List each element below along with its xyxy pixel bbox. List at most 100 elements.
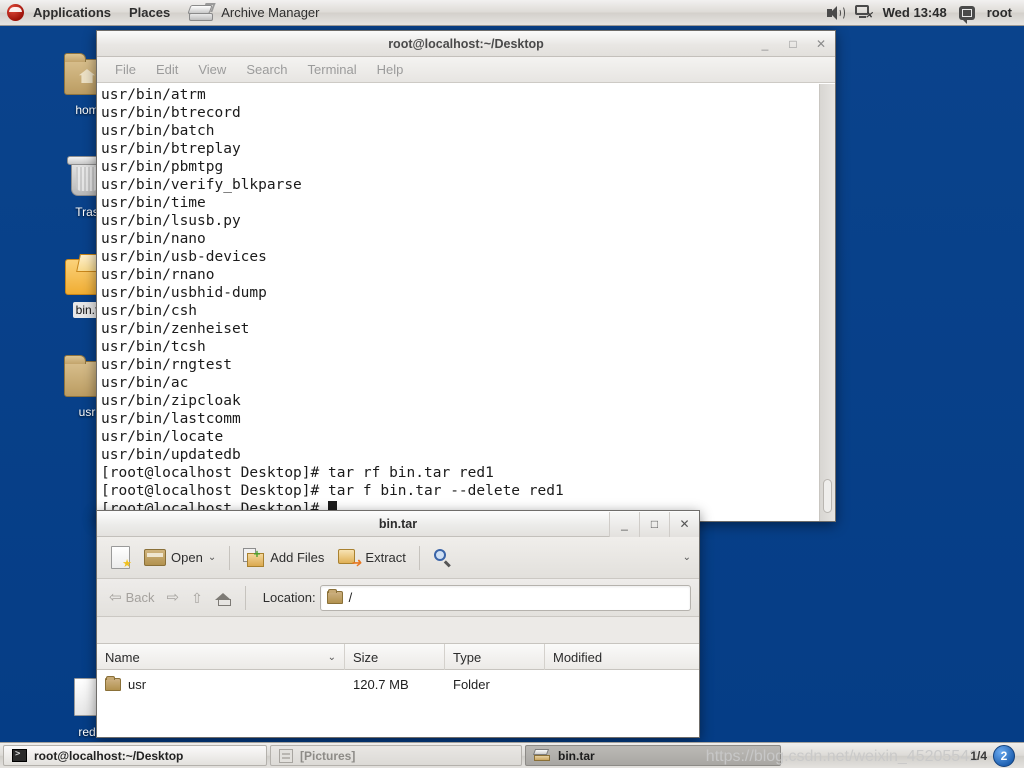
open-button[interactable]: Open ⌄	[138, 545, 222, 570]
menu-terminal[interactable]: Terminal	[298, 57, 367, 83]
taskbar-item-label: root@localhost:~/Desktop	[34, 748, 184, 763]
taskbar-item-bin-tar[interactable]: bin.tar	[525, 745, 781, 766]
archive-icon	[532, 749, 551, 762]
close-button[interactable]: ✕	[811, 35, 831, 53]
maximize-button[interactable]: □	[783, 35, 803, 53]
search-button[interactable]	[427, 544, 459, 572]
chevron-down-icon[interactable]: ⌄	[208, 552, 216, 563]
terminal-title: root@localhost:~/Desktop	[388, 36, 544, 51]
menu-edit[interactable]: Edit	[146, 57, 188, 83]
archive-titlebar[interactable]: bin.tar _ □ ✕	[97, 511, 699, 537]
terminal-line: usr/bin/nano	[101, 231, 206, 247]
terminal-line: usr/bin/ac	[101, 375, 189, 391]
places-menu[interactable]: Places	[120, 0, 179, 26]
up-button[interactable]: ⇧	[187, 588, 207, 608]
arrow-up-icon: ⇧	[191, 589, 203, 606]
close-button[interactable]: ✕	[669, 511, 699, 537]
column-header-modified[interactable]: Modified	[545, 644, 699, 670]
archive-manager-window[interactable]: bin.tar _ □ ✕ Open ⌄ + Add Files ➜ Extra…	[96, 510, 700, 738]
home-icon	[214, 590, 232, 606]
terminal-window[interactable]: root@localhost:~/Desktop _ □ ✕ File Edit…	[96, 30, 836, 522]
volume-icon[interactable]	[826, 5, 845, 20]
toolbar-overflow-chevron-icon[interactable]: ⌄	[683, 552, 691, 563]
row-size-cell: 120.7 MB	[353, 676, 409, 692]
terminal-line: usr/bin/atrm	[101, 87, 206, 103]
row-name-cell: usr	[97, 670, 345, 698]
terminal-line: usr/bin/zipcloak	[101, 393, 241, 409]
workspace-switcher[interactable]: 1/4 2	[970, 744, 1021, 767]
taskbar-item-pictures[interactable]: [Pictures]	[270, 745, 522, 766]
chevron-down-icon[interactable]: ⌄	[328, 652, 336, 663]
folder-icon	[326, 589, 343, 604]
toolbar-separator	[229, 545, 231, 570]
new-archive-button[interactable]	[105, 542, 136, 573]
clock[interactable]: Wed 13:48	[883, 5, 947, 20]
system-tray: ✕ Wed 13:48 root	[826, 5, 1024, 24]
menu-help[interactable]: Help	[367, 57, 414, 83]
terminal-scrollbar[interactable]	[819, 84, 835, 521]
archive-file-list[interactable]: Name ⌄ Size Type Modified usr 120.7 MB F…	[97, 643, 699, 737]
menu-file[interactable]: File	[105, 57, 146, 83]
terminal-line: usr/bin/verify_blkparse	[101, 177, 302, 193]
maximize-button[interactable]: □	[639, 511, 669, 537]
column-header-size[interactable]: Size	[345, 644, 445, 670]
back-button[interactable]: ⇦ Back	[105, 587, 158, 608]
workspace-label: 1/4	[970, 748, 987, 763]
nav-separator	[244, 585, 246, 610]
column-label: Modified	[553, 649, 603, 665]
file-list-headers: Name ⌄ Size Type Modified	[97, 644, 699, 670]
pictures-icon	[279, 748, 293, 763]
terminal-line: usr/bin/usbhid-dump	[101, 285, 267, 301]
applications-menu[interactable]: Applications	[24, 0, 120, 26]
column-label: Name	[105, 649, 140, 665]
extract-icon: ➜	[338, 548, 361, 569]
archive-window-buttons: _ □ ✕	[609, 511, 699, 537]
terminal-line: usr/bin/locate	[101, 429, 224, 445]
messaging-icon[interactable]	[958, 5, 975, 24]
terminal-line: usr/bin/pbmtpg	[101, 159, 224, 175]
row-modified-cell	[545, 670, 699, 698]
location-label: Location:	[262, 590, 316, 605]
home-button[interactable]	[211, 587, 236, 608]
row-name: usr	[128, 676, 147, 692]
forward-button[interactable]: ⇨	[162, 587, 183, 608]
terminal-output[interactable]: usr/bin/atrm usr/bin/btrecord usr/bin/batc…	[97, 84, 835, 521]
user-menu[interactable]: root	[987, 5, 1012, 20]
terminal-line: usr/bin/lastcomm	[101, 411, 241, 427]
extract-label: Extract	[365, 550, 406, 565]
terminal-line: usr/bin/updatedb	[101, 447, 241, 463]
open-folder-icon	[144, 549, 166, 566]
taskbar-item-terminal[interactable]: root@localhost:~/Desktop	[3, 745, 267, 766]
back-label: Back	[125, 590, 155, 605]
archive-navigation-bar: ⇦ Back ⇨ ⇧ Location: /	[97, 579, 699, 617]
menu-view[interactable]: View	[188, 57, 236, 83]
extract-button[interactable]: ➜ Extract	[332, 544, 411, 571]
terminal-line: usr/bin/lsusb.py	[101, 213, 241, 229]
workspace-badge[interactable]: 2	[993, 744, 1015, 767]
column-header-name[interactable]: Name ⌄	[97, 644, 345, 670]
network-disconnected-icon[interactable]: ✕	[854, 5, 873, 20]
active-application-label: Archive Manager	[221, 5, 320, 20]
location-input[interactable]: /	[319, 584, 691, 611]
folder-icon	[105, 675, 121, 691]
row-type-cell: Folder	[453, 676, 490, 692]
redhat-logo-icon	[7, 4, 24, 21]
taskbar-item-label: bin.tar	[558, 748, 595, 763]
menu-search[interactable]: Search	[236, 57, 297, 83]
terminal-line: usr/bin/zenheiset	[101, 321, 250, 337]
add-files-icon: +	[243, 547, 265, 568]
taskbar-item-label: [Pictures]	[300, 748, 356, 763]
column-header-type[interactable]: Type	[445, 644, 545, 670]
scrollbar-thumb[interactable]	[823, 479, 832, 513]
toolbar-separator	[418, 545, 420, 570]
terminal-titlebar[interactable]: root@localhost:~/Desktop _ □ ✕	[97, 31, 835, 57]
terminal-line: [root@localhost Desktop]# tar rf bin.tar…	[101, 465, 494, 481]
minimize-button[interactable]: _	[609, 511, 639, 537]
desktop-icon-label: usr	[78, 405, 96, 419]
active-application-item[interactable]: Archive Manager	[179, 2, 320, 22]
minimize-button[interactable]: _	[755, 35, 775, 53]
add-files-label: Add Files	[270, 550, 325, 565]
column-label: Type	[453, 649, 482, 665]
table-row[interactable]: usr 120.7 MB Folder	[97, 670, 699, 698]
add-files-button[interactable]: + Add Files	[237, 544, 330, 572]
